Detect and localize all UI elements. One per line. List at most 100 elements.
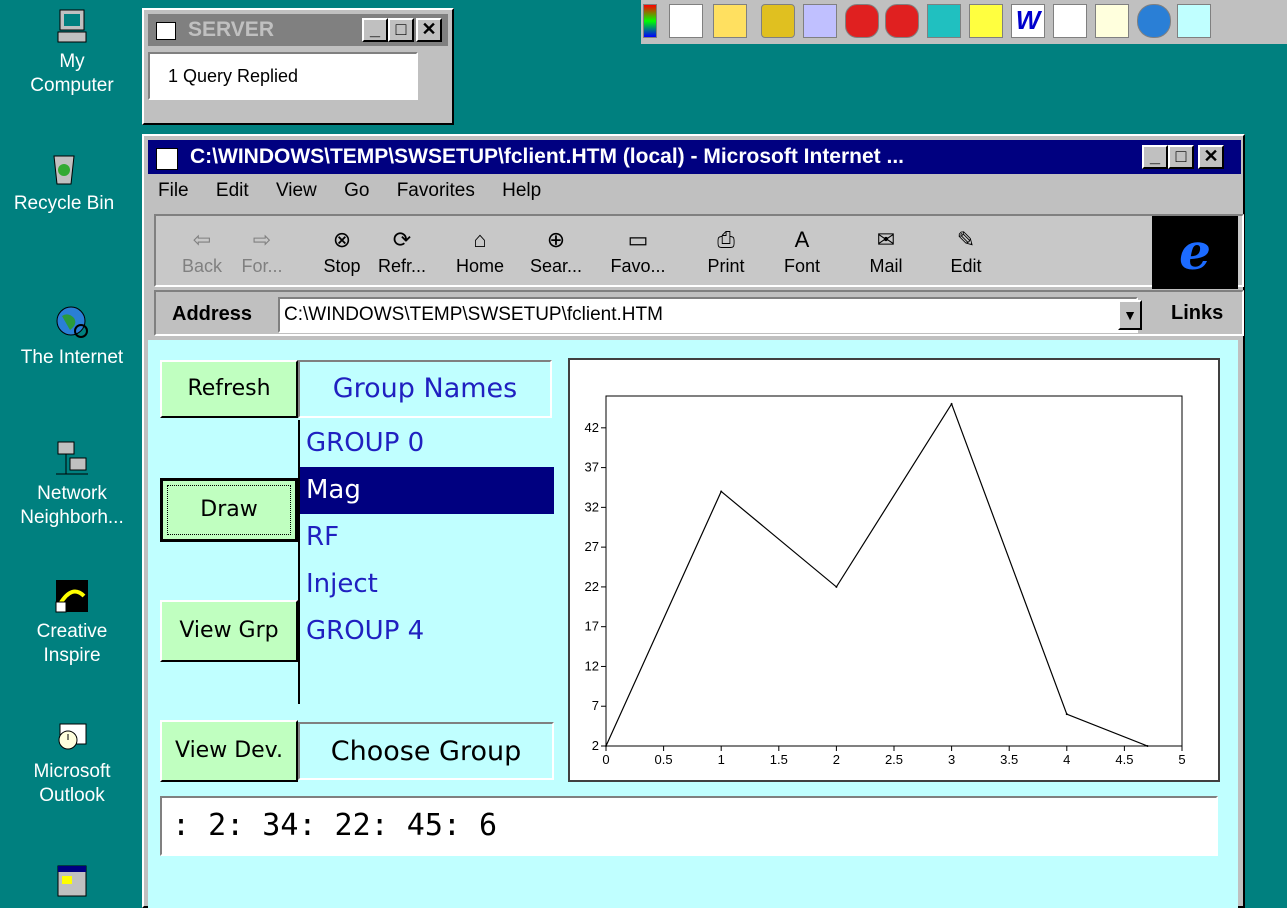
close-button[interactable]: ✕ (416, 18, 442, 42)
menu-view[interactable]: View (276, 180, 317, 201)
chart-red-alt-icon[interactable] (885, 4, 919, 38)
find-people-icon[interactable] (803, 4, 837, 38)
x-tick-label: 2.5 (885, 752, 903, 767)
menu-file[interactable]: File (158, 180, 189, 201)
toolbar-edit-button[interactable]: ✎ Edit (930, 224, 1002, 277)
key-icon[interactable] (761, 4, 795, 38)
my-computer-icon (54, 8, 90, 44)
outlook-icon (54, 718, 90, 754)
printer-icon: ⎙ (717, 227, 735, 252)
desktop-icon-label: Creative (36, 621, 108, 642)
toolbar-mail-button[interactable]: ✉ Mail (850, 224, 922, 277)
group-list-item[interactable]: Mag (300, 467, 554, 514)
group-list[interactable]: GROUP 0 Mag RF Inject GROUP 4 (298, 420, 554, 704)
setup-program-icon (54, 862, 90, 898)
links-button[interactable]: Links (1171, 302, 1223, 325)
group-list-item[interactable]: GROUP 0 (300, 420, 554, 467)
browser-titlebar[interactable]: C:\WINDOWS\TEMP\SWSETUP\fclient.HTM (loc… (148, 140, 1241, 174)
internet-search-icon[interactable] (1137, 4, 1171, 38)
address-bar: Address C:\WINDOWS\TEMP\SWSETUP\fclient.… (154, 290, 1244, 336)
y-tick-label: 27 (585, 539, 599, 554)
desktop-icon-label: Inspire (43, 645, 101, 666)
data-point (605, 745, 607, 747)
toolbar-refresh-button[interactable]: ⟳ Refr... (366, 224, 438, 277)
paint-icon[interactable] (969, 4, 1003, 38)
toolbar-button-label: Home (455, 256, 504, 276)
ie-logo-icon: e (1152, 216, 1238, 289)
maximize-button[interactable]: □ (1168, 145, 1194, 169)
toolbar-search-button[interactable]: ⊕ Sear... (520, 224, 592, 277)
address-dropdown-button[interactable]: ▼ (1118, 300, 1142, 330)
y-tick-label: 22 (585, 579, 599, 594)
series-line (605, 402, 1148, 747)
cards-icon[interactable] (927, 4, 961, 38)
group-list-item[interactable]: GROUP 4 (300, 608, 554, 655)
view-group-button[interactable]: View Grp (160, 600, 298, 662)
schedule-icon[interactable] (1095, 4, 1129, 38)
forward-arrow-icon: ⇨ (252, 227, 272, 252)
maximize-button[interactable]: □ (388, 18, 414, 42)
menu-edit[interactable]: Edit (216, 180, 249, 201)
desktop-icon-the-internet[interactable]: The Internet (2, 304, 142, 370)
choose-group-label: Choose Group (298, 722, 554, 780)
menu-help[interactable]: Help (502, 180, 541, 201)
toolbar-button-label: Edit (950, 256, 982, 276)
minimize-button[interactable]: _ (362, 18, 388, 42)
data-point (720, 490, 723, 493)
toolbar-forward-button[interactable]: ⇨ For... (226, 224, 298, 277)
plot-frame (605, 395, 1183, 747)
minimize-button[interactable]: _ (1142, 145, 1168, 169)
desktop-icon-label: Neighborh... (20, 507, 124, 528)
draw-button[interactable]: Draw (160, 478, 298, 542)
html-document-icon (156, 148, 178, 170)
group-list-item[interactable]: RF (300, 514, 554, 561)
notepad-icon[interactable] (669, 4, 703, 38)
desktop-icon-setup-shortcut[interactable] (2, 862, 142, 904)
chart-red-icon[interactable] (845, 4, 879, 38)
menu-go[interactable]: Go (344, 180, 369, 201)
group-list-item[interactable]: Inject (300, 561, 554, 608)
desktop-icon-label: Microsoft (33, 761, 111, 782)
view-device-button[interactable]: View Dev. (160, 720, 298, 782)
toolbar-font-button[interactable]: A Font (766, 224, 838, 277)
toolbar-button-label: Mail (869, 256, 903, 276)
toolbar-home-button[interactable]: ⌂ Home (444, 224, 516, 277)
desktop-icon-creative-inspire[interactable]: Creative Inspire (2, 578, 142, 668)
toolbar-button-label: Font (783, 256, 821, 276)
data-point (1146, 745, 1149, 747)
network-icon (54, 440, 90, 476)
server-titlebar[interactable]: SERVER _ □ ✕ (148, 14, 448, 46)
toolbar-favorites-button[interactable]: ▭ Favo... (602, 224, 674, 277)
server-window: SERVER _ □ ✕ 1 Query Replied (142, 8, 454, 125)
color-palette-icon[interactable] (643, 4, 657, 38)
y-tick-label: 2 (592, 738, 599, 753)
desktop-icon-label: Outlook (39, 785, 105, 806)
desktop-icon-recycle-bin[interactable]: Recycle Bin (0, 150, 134, 216)
desktop-icon-my-computer[interactable]: My Computer (2, 8, 142, 98)
x-tick-label: 1 (718, 752, 725, 767)
toolbar-button-label: Sear... (529, 256, 583, 276)
desktop-icon-microsoft-outlook[interactable]: Microsoft Outlook (2, 718, 142, 808)
open-folder-icon[interactable] (713, 4, 747, 38)
close-button[interactable]: ✕ (1198, 145, 1224, 169)
y-tick-label: 32 (585, 499, 599, 514)
refresh-button[interactable]: Refresh (160, 360, 298, 418)
desktop-icon-label: Network (37, 483, 107, 504)
data-point (835, 585, 838, 588)
y-tick-label: 12 (585, 658, 599, 673)
browser-title: C:\WINDOWS\TEMP\SWSETUP\fclient.HTM (loc… (190, 145, 904, 168)
word-icon[interactable]: W (1011, 4, 1045, 38)
chart-panel: 0 0.5 1 1.5 2 2.5 3 3.5 4 4.5 5 2 7 12 17 22 27 32 37 42 (568, 358, 1220, 782)
creative-inspire-icon (54, 578, 90, 614)
toolbar-button-label: Refr... (377, 256, 426, 276)
magnifier-icon[interactable] (1177, 4, 1211, 38)
menu-favorites[interactable]: Favorites (397, 180, 475, 201)
toolbar-print-button[interactable]: ⎙ Print (690, 224, 762, 277)
server-title: SERVER (188, 18, 274, 41)
data-point (950, 402, 953, 405)
desktop-icon-network-neighborhood[interactable]: Network Neighborh... (2, 440, 142, 530)
address-input[interactable]: C:\WINDOWS\TEMP\SWSETUP\fclient.HTM (278, 297, 1138, 333)
x-tick-label: 0 (602, 752, 609, 767)
recycle-bin-icon (46, 150, 82, 186)
presentation-icon[interactable] (1053, 4, 1087, 38)
